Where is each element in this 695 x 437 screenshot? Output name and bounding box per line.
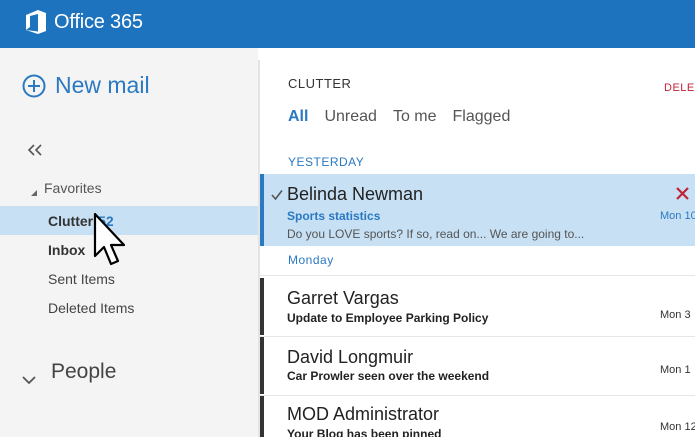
folder-name: Sent Items: [48, 270, 115, 287]
message-preview: Do you LOVE sports? If so, read on... We…: [287, 227, 585, 241]
message-subject: Update to Employee Parking Policy: [287, 311, 489, 325]
message-sender: Belinda Newman: [287, 184, 424, 204]
message-item[interactable]: Belinda Newman Sports statistics Do you …: [260, 174, 695, 246]
message-item[interactable]: David Longmuir Car Prowler seen over the…: [260, 337, 695, 394]
people-nav[interactable]: People: [22, 360, 117, 385]
favorites-header[interactable]: Favorites: [30, 180, 102, 196]
filter-tab-to-me[interactable]: To me: [393, 108, 437, 126]
message-subject: Sports statistics: [287, 209, 381, 223]
message-date: Mon 10: [660, 210, 695, 222]
filter-tab-unread[interactable]: Unread: [324, 108, 376, 126]
message-sender: David Longmuir: [287, 347, 414, 367]
delete-all-button[interactable]: DELETE: [664, 82, 695, 94]
collapse-double-chevron-icon[interactable]: [26, 140, 46, 160]
message-subject: Car Prowler seen over the weekend: [287, 369, 490, 383]
new-mail-button[interactable]: New mail: [22, 72, 150, 99]
caret-down-icon: [30, 184, 38, 196]
delete-x-icon[interactable]: [676, 187, 689, 200]
chevron-down-icon: [22, 367, 36, 385]
message-accent-bar: [260, 337, 264, 394]
top-bar: Office 365: [0, 0, 695, 48]
new-mail-plus-icon: [22, 74, 46, 98]
folder-name: Clutter: [48, 212, 94, 229]
folder-item-inbox[interactable]: Inbox: [0, 235, 258, 264]
folder-title: CLUTTER: [288, 76, 352, 91]
folder-pane: New mail Favorites Clutter 52 Inbox Sent…: [0, 48, 258, 437]
group-header-yesterday: YESTERDAY: [288, 155, 365, 169]
message-subject: Your Blog has been pinned: [287, 427, 442, 437]
app-title: Office 365: [54, 10, 143, 33]
message-item[interactable]: Garret Vargas Update to Employee Parking…: [260, 278, 695, 335]
people-label: People: [51, 360, 117, 383]
message-list-pane: CLUTTER DELETE All Unread To me Flagged …: [260, 48, 695, 437]
unread-count-badge: 52: [98, 212, 114, 229]
office-logo-icon: [26, 10, 46, 34]
message-date: Mon 12: [660, 421, 695, 433]
filter-tab-flagged[interactable]: Flagged: [453, 108, 511, 126]
folder-name: Deleted Items: [48, 299, 135, 316]
folder-item-clutter[interactable]: Clutter 52: [0, 206, 258, 235]
message-sender: Garret Vargas: [287, 288, 399, 308]
app-logo[interactable]: Office 365: [26, 10, 143, 34]
row-separator: [260, 275, 695, 276]
filter-tabs: All Unread To me Flagged: [288, 108, 526, 126]
message-date: Mon 3: [660, 309, 691, 321]
message-accent-bar: [260, 174, 264, 246]
message-sender: MOD Administrator: [287, 404, 440, 424]
folder-name: Inbox: [48, 241, 86, 258]
folder-item-sent-items[interactable]: Sent Items: [0, 264, 258, 293]
message-item[interactable]: MOD Administrator Your Blog has been pin…: [260, 396, 695, 437]
new-mail-label: New mail: [55, 72, 150, 98]
favorites-label: Favorites: [44, 180, 102, 196]
folder-item-deleted-items[interactable]: Deleted Items: [0, 293, 258, 322]
message-accent-bar: [260, 396, 264, 437]
filter-tab-all[interactable]: All: [288, 108, 308, 126]
group-header-monday: Monday: [288, 253, 334, 267]
message-date: Mon 1: [660, 364, 691, 376]
checkmark-icon[interactable]: [271, 188, 283, 201]
message-accent-bar: [260, 278, 264, 335]
